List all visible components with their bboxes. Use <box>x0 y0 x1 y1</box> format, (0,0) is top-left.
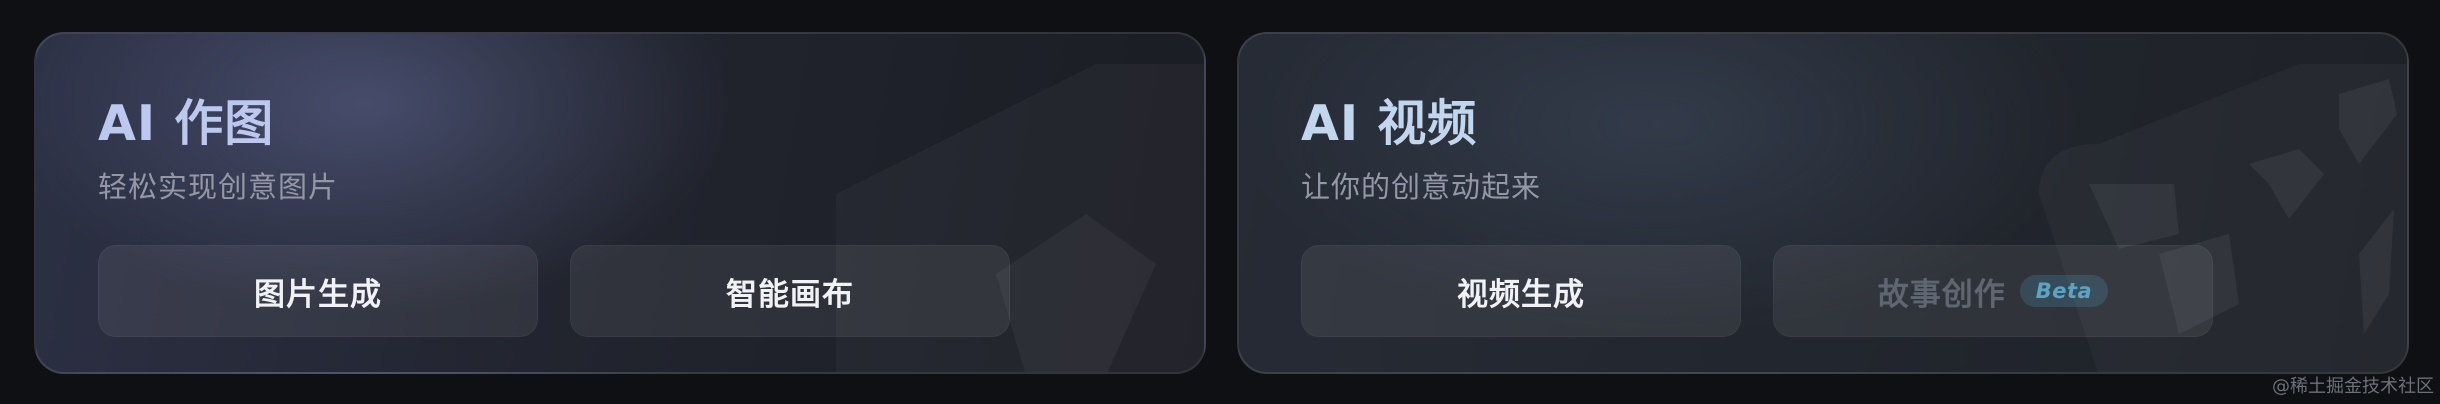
button-label: 智能画布 <box>726 276 854 313</box>
video-generate-button[interactable]: 视频生成 <box>1301 245 1741 337</box>
image-generate-button[interactable]: 图片生成 <box>98 245 538 337</box>
button-label: 故事创作 <box>1877 276 2006 313</box>
card-title: AI 视频 <box>1301 95 1478 152</box>
ai-image-card: AI 作图 轻松实现创意图片 图片生成 智能画布 <box>34 32 1206 374</box>
card-title: AI 作图 <box>98 95 275 152</box>
watermark: @稀土掘金技术社区 <box>2272 376 2434 397</box>
story-creation-button[interactable]: 故事创作 Beta <box>1773 245 2213 337</box>
card-subtitle: 轻松实现创意图片 <box>98 170 339 204</box>
button-label: 图片生成 <box>254 276 382 313</box>
card-subtitle: 让你的创意动起来 <box>1301 170 1542 204</box>
ai-video-card: AI 视频 让你的创意动起来 视频生成 故事创作 Beta <box>1237 32 2409 374</box>
beta-badge: Beta <box>2019 275 2109 307</box>
button-label: 视频生成 <box>1457 276 1585 313</box>
smart-canvas-button[interactable]: 智能画布 <box>570 245 1010 337</box>
page: AI 作图 轻松实现创意图片 图片生成 智能画布 AI 视频 让你的创意动起来 … <box>0 0 2440 404</box>
